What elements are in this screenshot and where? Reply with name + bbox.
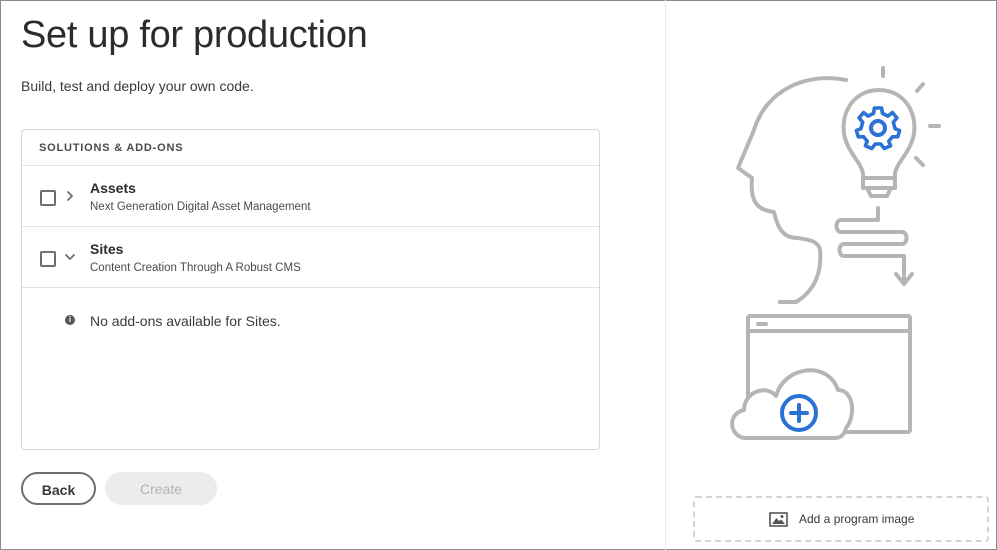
solution-title: Sites (90, 241, 124, 257)
page-title: Set up for production (21, 14, 368, 56)
image-icon (769, 512, 788, 527)
add-program-image-label: Add a program image (799, 512, 915, 526)
gear-icon (854, 106, 902, 151)
head-lightbulb-illustration (730, 66, 941, 440)
solutions-header: SOLUTIONS & ADD-ONS (22, 130, 599, 166)
solution-row-assets: Assets Next Generation Digital Asset Man… (22, 166, 599, 227)
back-button[interactable]: Back (21, 472, 96, 505)
sites-checkbox[interactable] (40, 251, 56, 267)
add-program-image-button[interactable]: Add a program image (693, 496, 989, 542)
page-subtitle: Build, test and deploy your own code. (21, 78, 254, 94)
solution-description: Content Creation Through A Robust CMS (90, 262, 301, 274)
info-icon: i (65, 315, 75, 325)
create-button[interactable]: Create (105, 472, 217, 505)
main-panel: Set up for production Build, test and de… (0, 0, 665, 550)
solution-title: Assets (90, 180, 136, 196)
plus-icon (780, 394, 818, 432)
addons-notice-text: No add-ons available for Sites. (90, 313, 281, 329)
illustration-panel: Add a program image (665, 0, 997, 550)
solutions-panel: SOLUTIONS & ADD-ONS Assets Next Generati… (21, 129, 600, 450)
chevron-right-icon[interactable] (64, 189, 76, 203)
chevron-down-icon[interactable] (64, 250, 76, 264)
solution-description: Next Generation Digital Asset Management (90, 201, 311, 213)
solution-row-sites: Sites Content Creation Through A Robust … (22, 227, 599, 288)
assets-checkbox[interactable] (40, 190, 56, 206)
